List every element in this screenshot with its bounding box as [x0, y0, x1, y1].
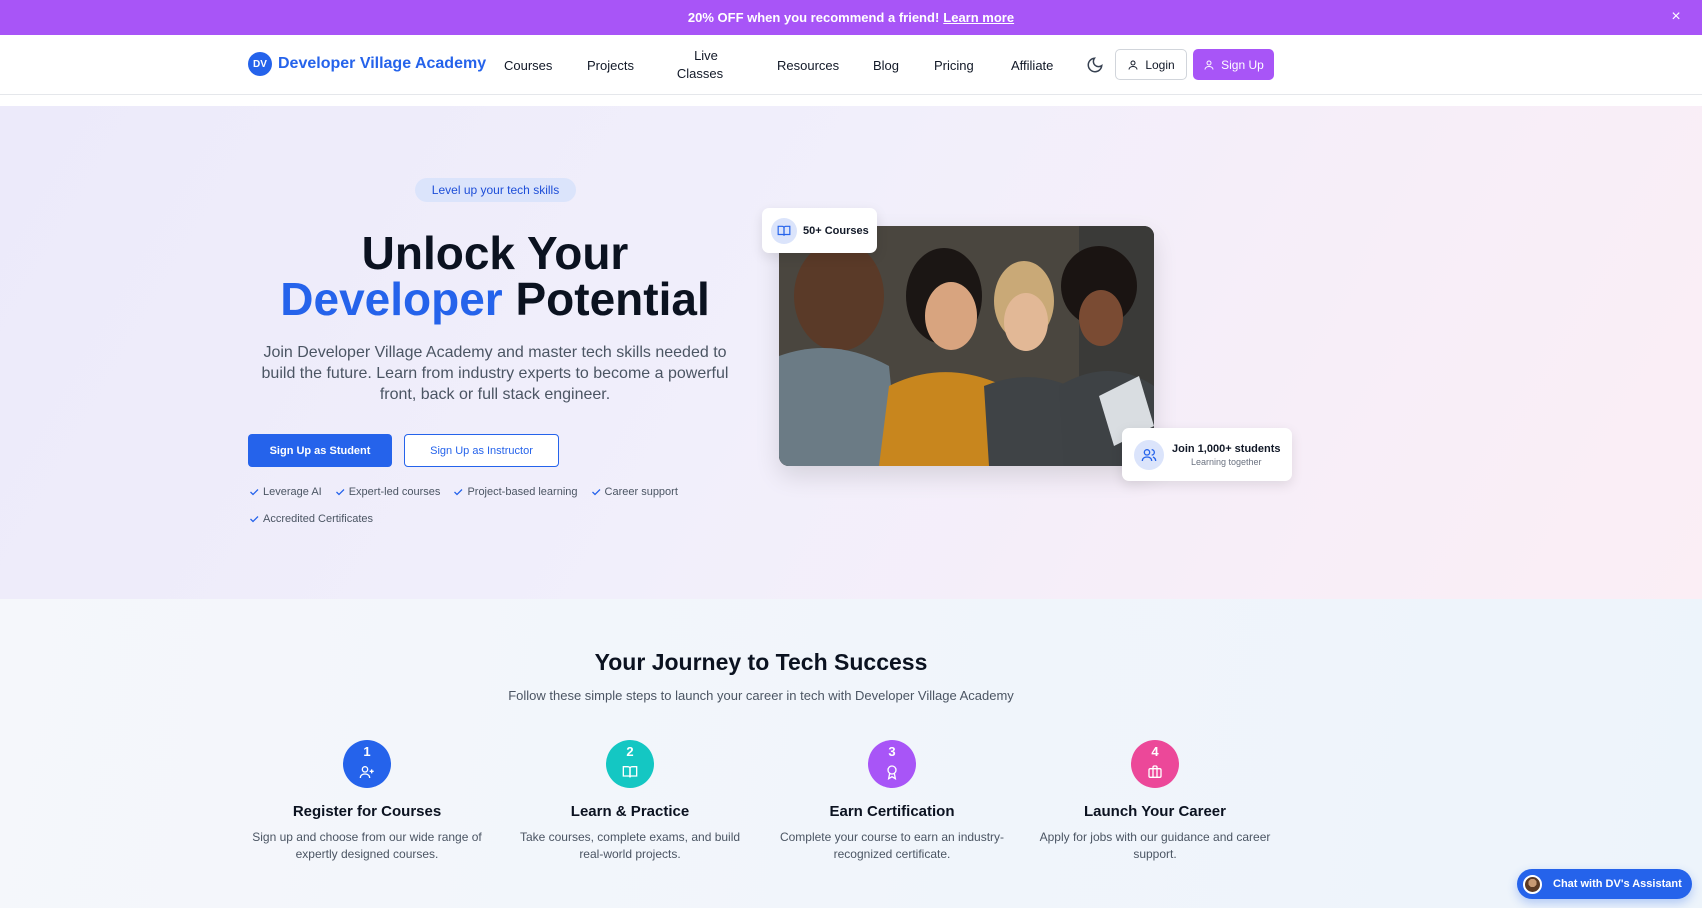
students-illustration [779, 226, 1154, 466]
step-number-circle: 3 [868, 740, 916, 788]
check-icon [250, 515, 259, 522]
login-label: Login [1145, 57, 1175, 72]
feature-label: Accredited Certificates [263, 512, 374, 525]
feature-item: Accredited Certificates [248, 511, 373, 526]
nav-link-affiliate[interactable]: Affiliate [1011, 35, 1053, 95]
user-icon [1128, 60, 1138, 70]
briefcase-icon [1148, 765, 1162, 778]
journey-section: Your Journey to Tech Success Follow thes… [0, 599, 1702, 908]
brand-logo-link[interactable]: DV Developer Village Academy [248, 52, 486, 76]
step-title: Learn & Practice [570, 803, 690, 820]
hero-pill: Level up your tech skills [415, 178, 576, 202]
signup-instructor-button[interactable]: Sign Up as Instructor [404, 434, 559, 467]
step-title: Launch Your Career [1084, 803, 1226, 820]
assistant-avatar [1523, 874, 1542, 894]
hero-section: Level up your tech skills Unlock Your De… [0, 106, 1702, 599]
feature-item: Expert-led courses [334, 484, 441, 499]
feature-label: Career support [604, 485, 678, 498]
hero-title-rest: Potential [502, 273, 710, 325]
nav-live-line1: Live [694, 48, 718, 63]
signup-student-button[interactable]: Sign Up as Student [248, 434, 392, 467]
check-icon [591, 488, 600, 495]
nav-live-line2: Classes [676, 66, 724, 81]
brand-name: Developer Village Academy [278, 55, 487, 72]
chat-label: Chat with DV's Assistant [1553, 878, 1682, 890]
step-description: Sign up and choose from our wide range o… [252, 830, 482, 861]
login-button[interactable]: Login [1115, 49, 1187, 80]
hero-students-image [779, 226, 1154, 466]
nav-link-blog[interactable]: Blog [873, 35, 899, 95]
step-number-circle: 4 [1131, 740, 1179, 788]
students-count-badge: Join 1,000+ students Learning together [1122, 428, 1292, 481]
check-icon [250, 488, 259, 495]
feature-item: Project-based learning [452, 484, 578, 499]
promo-banner: 20% OFF when you recommend a friend! Lea… [0, 0, 1702, 35]
journey-subtitle: Follow these simple steps to launch your… [508, 688, 1014, 703]
step-title: Earn Certification [829, 803, 955, 820]
hero-title-highlight: Developer [280, 273, 503, 325]
user-icon [1204, 60, 1214, 70]
nav-link-pricing[interactable]: Pricing [934, 35, 974, 95]
step-description: Complete your course to earn an industry… [779, 830, 1005, 861]
courses-count-badge: 50+ Courses [762, 208, 877, 253]
promo-text: 20% OFF when you recommend a friend! [687, 10, 940, 25]
step-number: 4 [1151, 744, 1159, 759]
chat-assistant-button[interactable]: Chat with DV's Assistant [1517, 869, 1692, 899]
nav-link-projects[interactable]: Projects [587, 35, 634, 95]
award-icon [887, 765, 897, 780]
check-icon [335, 488, 345, 495]
feature-label: Expert-led courses [348, 485, 441, 498]
courses-count-label: 50+ Courses [803, 224, 869, 237]
feature-item: Career support [590, 484, 678, 499]
step-number: 1 [363, 744, 371, 759]
journey-step: 1 Register for Courses Sign up and choos… [244, 740, 490, 863]
signup-label: Sign Up [1221, 57, 1264, 72]
badge-icon-wrap [771, 217, 797, 244]
journey-title: Your Journey to Tech Success [594, 649, 928, 675]
students-text: Join 1,000+ students Learning together [1172, 443, 1281, 467]
close-icon[interactable]: × [1668, 9, 1684, 25]
moon-icon[interactable] [1086, 56, 1104, 74]
feature-list: Leverage AI Expert-led courses Project-b… [248, 484, 718, 526]
journey-step: 3 Earn Certification Complete your cours… [769, 740, 1015, 863]
feature-label: Project-based learning [467, 485, 578, 498]
hero-title-line1: Unlock Your [361, 227, 629, 279]
book-open-icon [777, 225, 791, 236]
feature-label: Leverage AI [263, 485, 322, 498]
feature-item: Leverage AI [248, 484, 322, 499]
user-plus-icon [359, 766, 374, 779]
step-number-circle: 2 [606, 740, 654, 788]
students-count-subtitle: Learning together [1190, 456, 1262, 467]
hero-lead: Join Developer Village Academy and maste… [261, 344, 729, 403]
nav-link-live-classes[interactable]: Live Classes [676, 35, 724, 95]
step-number: 3 [888, 744, 896, 759]
top-navbar: DV Developer Village Academy Courses Pro… [0, 35, 1702, 95]
promo-learn-more-link[interactable]: Learn more [943, 10, 1014, 25]
nav-link-courses[interactable]: Courses [504, 35, 552, 95]
badge-icon-wrap [1134, 439, 1164, 470]
step-description: Take courses, complete exams, and build … [519, 830, 741, 861]
students-count-title: Join 1,000+ students [1172, 442, 1281, 455]
step-number-circle: 1 [343, 740, 391, 788]
step-title: Register for Courses [292, 803, 442, 820]
step-description: Apply for jobs with our guidance and car… [1039, 830, 1271, 861]
journey-step: 4 Launch Your Career Apply for jobs with… [1032, 740, 1278, 863]
logo-badge: DV [248, 52, 272, 76]
signup-button[interactable]: Sign Up [1193, 49, 1274, 80]
step-number: 2 [626, 744, 634, 759]
hero-title-line2: Developer Potential [248, 276, 742, 322]
nav-link-resources[interactable]: Resources [777, 35, 839, 95]
journey-step: 2 Learn & Practice Take courses, complet… [507, 740, 753, 863]
check-icon [454, 488, 463, 495]
users-icon [1141, 448, 1157, 461]
book-open-icon [622, 766, 638, 778]
hero-title: Unlock Your Developer Potential [248, 230, 742, 322]
